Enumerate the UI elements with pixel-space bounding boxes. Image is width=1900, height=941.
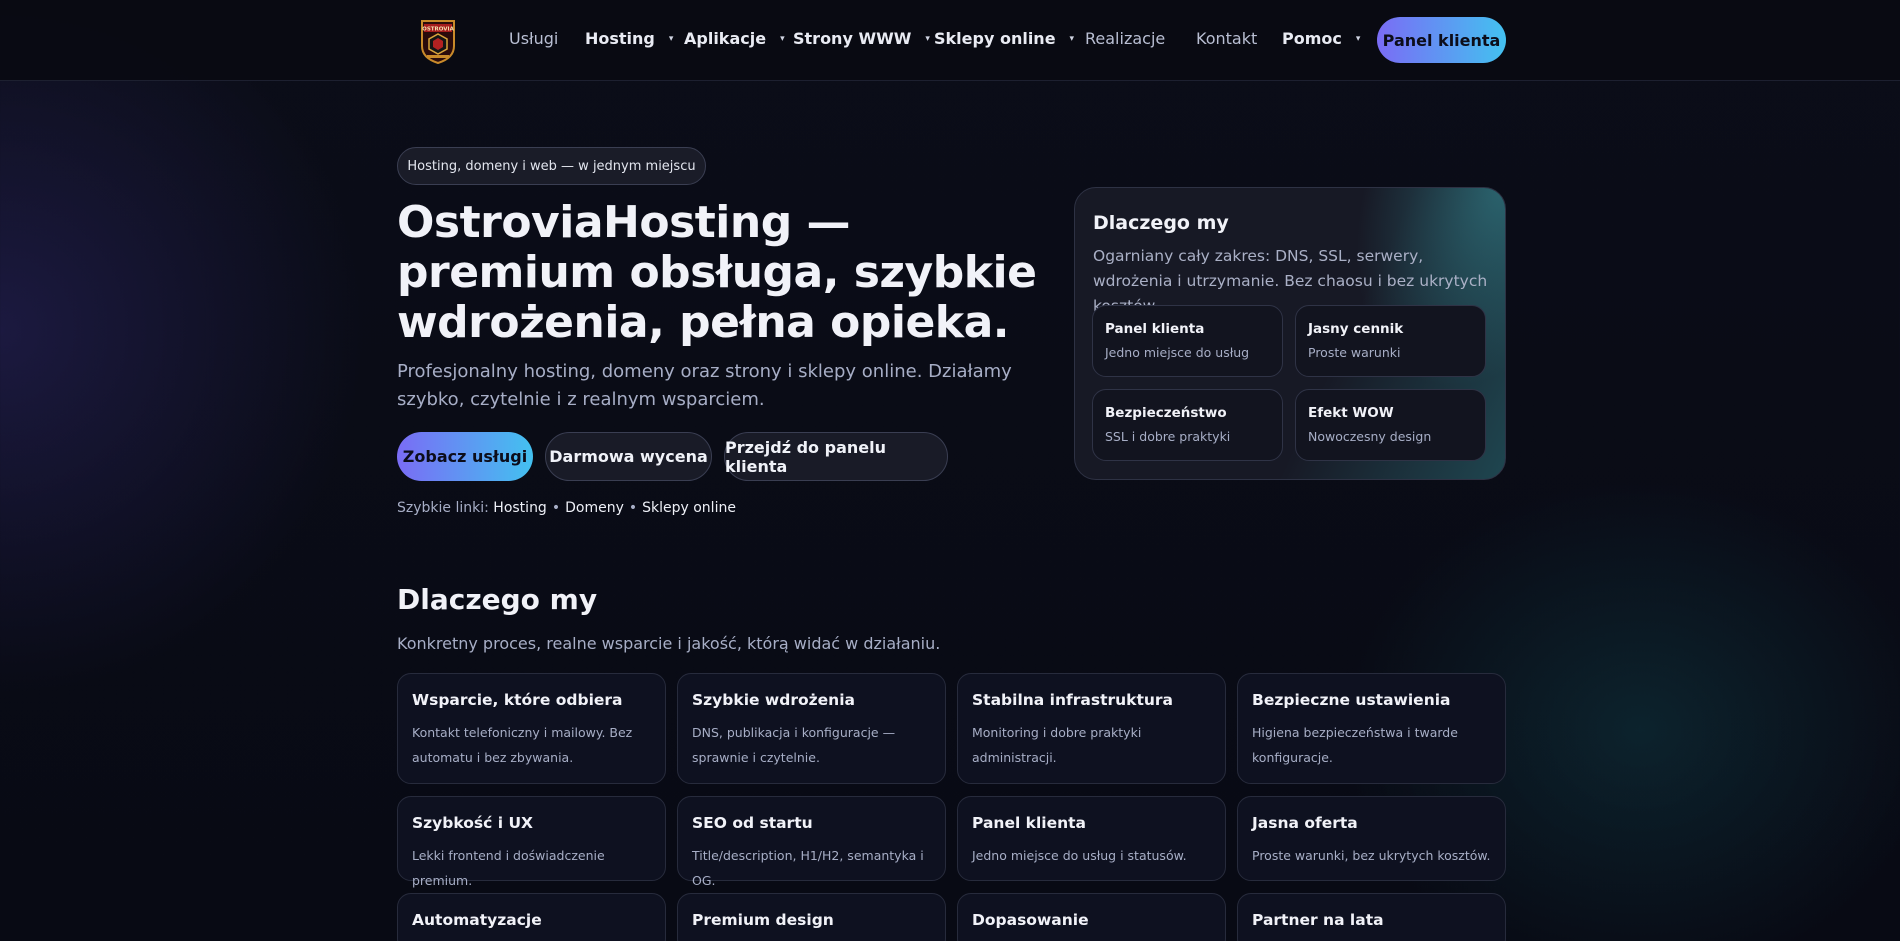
nav-item-strony-www[interactable]: Strony WWW ▾ xyxy=(793,29,930,48)
quick-link-domeny[interactable]: Domeny xyxy=(565,500,624,516)
feature-card: Partner na lata xyxy=(1237,893,1506,941)
feature-card: Panel klienta Jedno miejsce do usług i s… xyxy=(957,796,1226,881)
free-quote-button[interactable]: Darmowa wycena xyxy=(545,432,712,481)
feature-card: Dopasowanie xyxy=(957,893,1226,941)
why-card-title: Dlaczego my xyxy=(1093,212,1229,234)
feature-desc: Higiena bezpieczeństwa i twarde konfigur… xyxy=(1252,725,1458,765)
nav-item-hosting[interactable]: Hosting ▾ xyxy=(585,29,673,48)
why-item-desc: Jedno miejsce do usług xyxy=(1105,345,1250,360)
feature-card: Szybkie wdrożenia DNS, publikacja i konf… xyxy=(677,673,946,784)
feature-title: Panel klienta xyxy=(972,814,1087,832)
feature-card: Bezpieczne ustawienia Higiena bezpieczeń… xyxy=(1237,673,1506,784)
feature-title: Stabilna infrastruktura xyxy=(972,691,1174,709)
hero-subtitle: Profesjonalny hosting, domeny oraz stron… xyxy=(397,361,1012,410)
why-item-card: Bezpieczeństwo SSL i dobre praktyki xyxy=(1092,389,1283,461)
feature-desc: Kontakt telefoniczny i mailowy. Bez auto… xyxy=(412,725,633,765)
top-navigation-bar: OSTROVIA Usługi Hosting ▾ Aplikacje ▾ St… xyxy=(0,0,1900,81)
feature-desc: Proste warunki, bez ukrytych kosztów. xyxy=(1252,848,1491,863)
nav-label: Realizacje xyxy=(1085,29,1166,48)
feature-title: Dopasowanie xyxy=(972,911,1089,929)
why-item-desc: Nowoczesny design xyxy=(1308,429,1432,444)
nav-label: Aplikacje xyxy=(684,29,767,48)
feature-desc: DNS, publikacja i konfiguracje — sprawni… xyxy=(692,725,896,765)
chevron-down-icon: ▾ xyxy=(780,33,785,44)
chevron-down-icon: ▾ xyxy=(1355,33,1361,44)
go-to-client-panel-button[interactable]: Przejdź do panelu klienta xyxy=(724,432,948,481)
why-item-title: Bezpieczeństwo xyxy=(1105,405,1227,421)
feature-title: Szybkość i UX xyxy=(412,814,533,832)
why-item-card: Efekt WOW Nowoczesny design xyxy=(1295,389,1486,461)
feature-desc: Monitoring i dobre praktyki administracj… xyxy=(972,725,1142,765)
nav-item-sklepy-online[interactable]: Sklepy online ▾ xyxy=(934,29,1074,48)
nav-item-pomoc[interactable]: Pomoc ▾ xyxy=(1282,29,1360,48)
feature-title: Wsparcie, które odbiera xyxy=(412,691,623,709)
nav-label: Strony WWW xyxy=(793,29,912,48)
feature-title: Szybkie wdrożenia xyxy=(692,691,855,709)
nav-item-uslugi[interactable]: Usługi xyxy=(509,29,558,48)
quick-link-hosting[interactable]: Hosting xyxy=(493,500,547,516)
feature-desc: Jedno miejsce do usług i statusów. xyxy=(972,848,1187,863)
nav-label: Pomoc xyxy=(1282,29,1342,48)
feature-title: SEO od startu xyxy=(692,814,813,832)
separator: • xyxy=(551,500,561,516)
nav-item-kontakt[interactable]: Kontakt xyxy=(1196,29,1257,48)
why-item-title: Jasny cennik xyxy=(1308,321,1404,337)
section-subtitle: Konkretny proces, realne wsparcie i jako… xyxy=(397,634,941,653)
why-item-title: Efekt WOW xyxy=(1308,405,1394,421)
why-us-card: Dlaczego my Ogarniany cały zakres: DNS, … xyxy=(1074,187,1506,480)
feature-card: Premium design xyxy=(677,893,946,941)
feature-desc: Lekki frontend i doświadczenie premium. xyxy=(412,848,605,888)
quick-link-sklepy-online[interactable]: Sklepy online xyxy=(642,500,736,516)
feature-card: SEO od startu Title/description, H1/H2, … xyxy=(677,796,946,888)
why-item-desc: Proste warunki xyxy=(1308,345,1401,360)
chevron-down-icon: ▾ xyxy=(668,33,674,44)
nav-label: Hosting xyxy=(585,29,655,48)
separator: • xyxy=(628,500,638,516)
section-title: Dlaczego my xyxy=(397,583,598,616)
see-services-button[interactable]: Zobacz usługi xyxy=(397,432,533,481)
feature-card: Stabilna infrastruktura Monitoring i dob… xyxy=(957,673,1226,784)
why-item-desc: SSL i dobre praktyki xyxy=(1105,429,1231,444)
hero-tagline-pill: Hosting, domeny i web — w jednym miejscu xyxy=(397,147,706,185)
feature-title: Premium design xyxy=(692,911,834,929)
nav-label: Sklepy online xyxy=(934,29,1056,48)
feature-title: Bezpieczne ustawienia xyxy=(1252,691,1451,709)
nav-label: Kontakt xyxy=(1196,29,1258,48)
quick-links-label: Szybkie linki: xyxy=(397,500,489,516)
feature-title: Automatyzacje xyxy=(412,911,542,929)
why-item-card: Panel klienta Jedno miejsce do usług xyxy=(1092,305,1283,377)
nav-item-aplikacje[interactable]: Aplikacje ▾ xyxy=(684,29,785,48)
quick-links: Szybkie linki: Hosting • Domeny • Sklepy onl… xyxy=(397,500,736,516)
nav-label: Usługi xyxy=(509,29,559,48)
feature-title: Partner na lata xyxy=(1252,911,1384,929)
main-nav: Usługi Hosting ▾ Aplikacje ▾ Strony WWW … xyxy=(0,0,1900,81)
why-item-title: Panel klienta xyxy=(1105,321,1205,337)
panel-klienta-button[interactable]: Panel klienta xyxy=(1377,17,1506,63)
feature-card: Automatyzacje xyxy=(397,893,666,941)
hero-title: OstroviaHosting — premium obsługa, szybk… xyxy=(397,197,1037,348)
nav-item-realizacje[interactable]: Realizacje xyxy=(1085,29,1165,48)
chevron-down-icon: ▾ xyxy=(1069,33,1075,44)
feature-card: Wsparcie, które odbiera Kontakt telefoni… xyxy=(397,673,666,784)
feature-card: Szybkość i UX Lekki frontend i doświadcz… xyxy=(397,796,666,888)
feature-card: Jasna oferta Proste warunki, bez ukrytyc… xyxy=(1237,796,1506,881)
feature-desc: Title/description, H1/H2, semantyka i OG… xyxy=(692,848,924,888)
chevron-down-icon: ▾ xyxy=(925,33,930,44)
feature-title: Jasna oferta xyxy=(1252,814,1358,832)
why-item-card: Jasny cennik Proste warunki xyxy=(1295,305,1486,377)
